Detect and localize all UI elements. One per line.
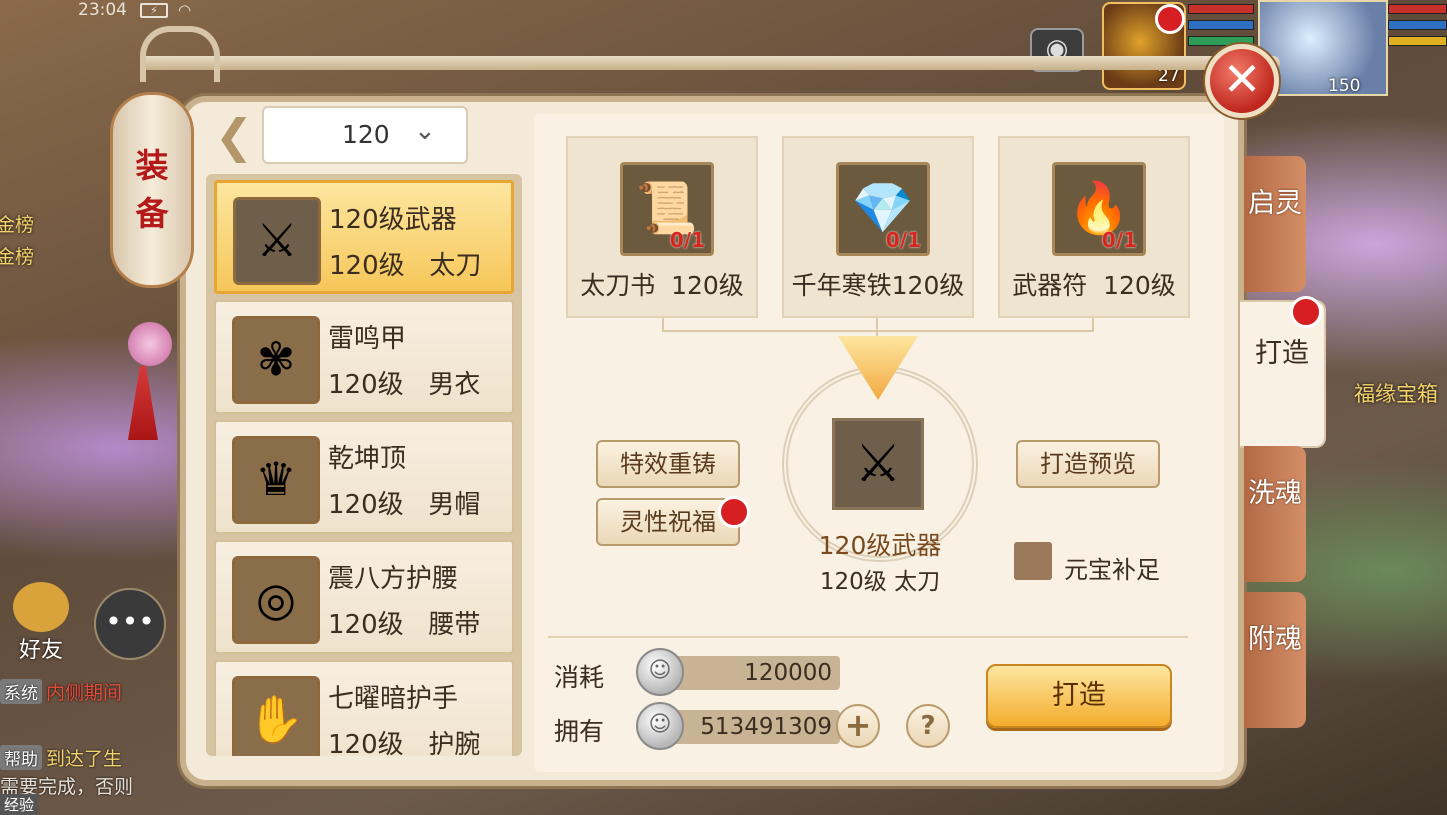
chat-line: 帮助 到达了生: [0, 744, 122, 771]
panel-scroll-ornament: [140, 26, 220, 82]
notification-dot: [1290, 296, 1322, 328]
chevron-down-icon: ⌄: [414, 116, 436, 146]
material-slot[interactable]: 📜 0/1 太刀书 120级: [566, 136, 758, 318]
friend-icon: [13, 582, 69, 632]
list-item[interactable]: ◎ 震八方护腰 120级 腰带: [214, 540, 514, 654]
tab-xihun[interactable]: 洗魂: [1244, 446, 1306, 582]
ingot-fill-checkbox[interactable]: [1014, 542, 1052, 580]
panel-scroll-rod: [140, 56, 1280, 70]
friend-label: 好友: [18, 638, 63, 663]
chat-text: 到达了生: [46, 748, 123, 770]
connector-line: [876, 318, 878, 336]
forge-preview-button[interactable]: 打造预览: [1016, 440, 1160, 488]
item-sub: 120级 护腕: [328, 730, 481, 756]
item-name: 120级武器: [329, 205, 457, 235]
item-name: 震八方护腰: [328, 564, 459, 594]
knot-ornament: [128, 322, 172, 366]
material-label: 太刀书 120级: [580, 271, 744, 300]
tab-fuhun[interactable]: 附魂: [1244, 592, 1306, 728]
treasure-chest-label[interactable]: 福缘宝箱: [1354, 378, 1438, 408]
list-item[interactable]: ⚔ 120级武器 120级 太刀: [214, 180, 514, 294]
notification-dot: [718, 496, 750, 528]
cost-label: 消耗: [554, 663, 605, 692]
chat-tag: 帮助: [0, 745, 42, 770]
chat-line: 系统 内侧期间: [0, 678, 122, 705]
armor-icon: ✾: [232, 316, 320, 404]
belt-icon: ◎: [232, 556, 320, 644]
result-weapon-icon[interactable]: ⚔: [832, 418, 924, 510]
owned-value: 513491309: [660, 710, 840, 744]
wifi-icon: ◠: [178, 1, 192, 19]
weapon-icon: ⚔: [233, 197, 321, 285]
rank-link[interactable]: 金榜: [0, 210, 34, 237]
list-item[interactable]: ✾ 雷鸣甲 120级 男衣: [214, 300, 514, 414]
material-count: 0/1: [885, 228, 921, 252]
help-icon[interactable]: ?: [906, 704, 950, 748]
chat-text: 内侧期间: [46, 682, 123, 704]
material-slot[interactable]: 💎 0/1 千年寒铁120级: [782, 136, 974, 318]
owned-label: 拥有: [554, 717, 605, 746]
player-level: 150: [1328, 76, 1361, 96]
level-dropdown[interactable]: 120 ⌄: [262, 106, 468, 164]
chat-tag: 系统: [0, 679, 42, 704]
player-stat-bars: [1388, 4, 1447, 52]
effect-recast-button[interactable]: 特效重铸: [596, 440, 740, 488]
panel-title-char: 备: [135, 194, 169, 233]
result-name: 120级武器: [818, 531, 942, 560]
level-dropdown-value: 120: [342, 120, 390, 149]
connector-line: [662, 330, 1094, 332]
material-label: 千年寒铁120级: [791, 271, 965, 300]
result-sub: 120级 太刀: [819, 569, 941, 595]
divider: [548, 636, 1188, 638]
pet-notification-dot: [1155, 4, 1185, 34]
bracer-icon: ✋: [232, 676, 320, 756]
equipment-list[interactable]: ⚔ 120级武器 120级 太刀 ✾ 雷鸣甲 120级 男衣 ♛ 乾坤顶 120…: [206, 174, 522, 756]
ice-iron-icon: 💎 0/1: [836, 162, 930, 256]
list-item[interactable]: ✋ 七曜暗护手 120级 护腕: [214, 660, 514, 756]
clock: 23:04: [78, 0, 127, 20]
item-name: 乾坤顶: [328, 444, 407, 474]
friend-button[interactable]: 好友: [2, 582, 80, 666]
material-label: 武器符 120级: [1012, 271, 1176, 300]
talisman-icon: 🔥 0/1: [1052, 162, 1146, 256]
back-arrow-icon[interactable]: ❮: [214, 112, 254, 164]
silver-coin-icon: ☺: [636, 702, 684, 750]
item-name: 雷鸣甲: [328, 324, 407, 354]
scroll-icon: 📜 0/1: [620, 162, 714, 256]
item-sub: 120级 男衣: [328, 370, 481, 400]
tassel-ornament: [128, 366, 158, 440]
list-item[interactable]: ♛ 乾坤顶 120级 男帽: [214, 420, 514, 534]
add-currency-button[interactable]: +: [836, 704, 880, 748]
exp-label: 经验: [0, 794, 39, 815]
material-count: 0/1: [669, 228, 705, 252]
item-sub: 120级 腰带: [328, 610, 481, 640]
helmet-icon: ♛: [232, 436, 320, 524]
close-icon: ✕: [1222, 52, 1262, 106]
tab-qiling[interactable]: 启灵: [1244, 156, 1306, 292]
panel-title: 装 备: [128, 142, 176, 238]
rank-link[interactable]: 金榜: [0, 242, 34, 269]
forge-button[interactable]: 打造: [986, 664, 1172, 728]
item-sub: 120级 男帽: [328, 490, 481, 520]
material-count: 0/1: [1101, 228, 1137, 252]
item-sub: 120级 太刀: [329, 251, 482, 281]
chat-bubble-icon[interactable]: •••: [94, 588, 166, 660]
close-button[interactable]: ✕: [1205, 44, 1279, 118]
battery-icon: ⚡: [140, 3, 168, 18]
cost-value: 120000: [660, 656, 840, 690]
item-name: 七曜暗护手: [328, 684, 459, 714]
material-slot[interactable]: 🔥 0/1 武器符 120级: [998, 136, 1190, 318]
ingot-fill-label: 元宝补足: [1064, 556, 1160, 584]
panel-title-char: 装: [135, 146, 169, 185]
silver-coin-icon: ☺: [636, 648, 684, 696]
